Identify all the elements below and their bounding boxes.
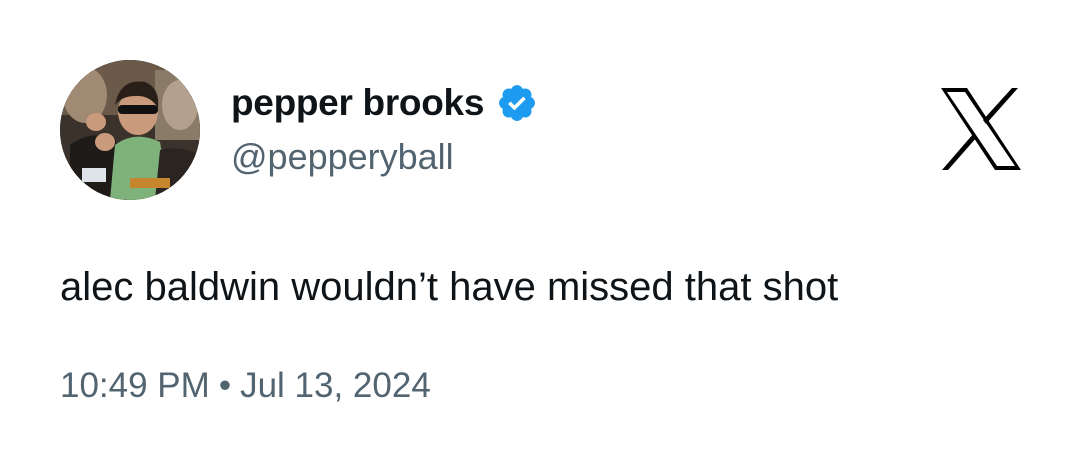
x-logo-icon[interactable] (941, 88, 1021, 170)
avatar-photo (60, 60, 200, 200)
avatar[interactable] (60, 60, 200, 200)
verified-badge-icon (496, 82, 538, 124)
tweet-time: 10:49 PM (60, 366, 210, 405)
author-display-name[interactable]: pepper brooks (231, 80, 484, 126)
author-name-row: pepper brooks (231, 80, 538, 126)
timestamp-separator: • (218, 366, 232, 405)
tweet-text: alec baldwin wouldn’t have missed that s… (60, 265, 839, 309)
tweet-card: pepper brooks @pepperyball alec baldwin … (0, 0, 1080, 466)
author-handle[interactable]: @pepperyball (231, 135, 454, 179)
tweet-timestamp[interactable]: 10:49 PM • Jul 13, 2024 (60, 364, 431, 408)
tweet-date: Jul 13, 2024 (240, 366, 431, 405)
